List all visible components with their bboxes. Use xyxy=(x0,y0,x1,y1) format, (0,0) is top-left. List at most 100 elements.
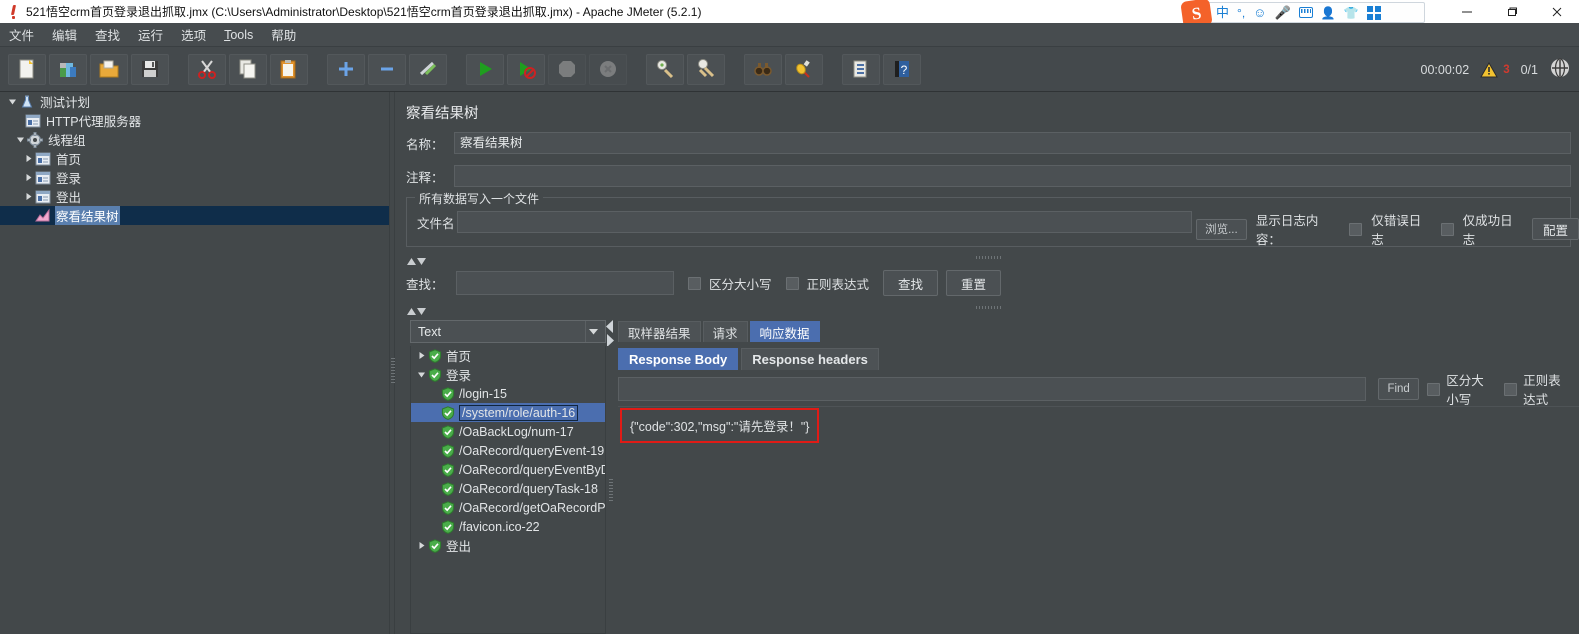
result-item[interactable]: /login-15 xyxy=(411,384,605,403)
menu-file[interactable]: 文件 xyxy=(0,22,43,47)
result-item[interactable]: /system/role/auth-16 xyxy=(411,403,605,422)
copy-button[interactable] xyxy=(229,53,267,85)
minimize-button[interactable] xyxy=(1444,0,1489,23)
clear-all-button[interactable] xyxy=(687,53,725,85)
menu-run[interactable]: 运行 xyxy=(129,22,172,47)
expand-all-button[interactable] xyxy=(327,53,365,85)
horizontal-splitter-top[interactable] xyxy=(406,255,1571,260)
result-item[interactable]: /OaBackLog/num-17 xyxy=(411,422,605,441)
function-helper-button[interactable] xyxy=(842,53,880,85)
templates-button[interactable] xyxy=(49,53,87,85)
chevron-down-icon[interactable] xyxy=(14,135,27,144)
menu-search[interactable]: 查找 xyxy=(86,22,129,47)
comment-input[interactable] xyxy=(454,165,1571,187)
tab-sampler-result[interactable]: 取样器结果 xyxy=(618,321,701,342)
horizontal-splitter-bottom[interactable] xyxy=(406,305,1571,310)
filename-input[interactable] xyxy=(457,211,1192,233)
tab-request[interactable]: 请求 xyxy=(702,321,748,342)
splitter-arrows-bottom[interactable] xyxy=(407,308,426,315)
ime-chinese-mode-icon[interactable]: 中 xyxy=(1216,6,1229,19)
result-item[interactable]: /OaRecord/getOaRecordPa xyxy=(411,498,605,517)
start-no-pauses-button[interactable] xyxy=(507,53,545,85)
results-tree-scrollbar[interactable] xyxy=(607,346,615,634)
tree-node-denglu[interactable]: 登录 xyxy=(0,168,389,187)
result-item[interactable]: 登录 xyxy=(411,365,605,384)
results-tree[interactable]: 首页 登录 /login-15 /system/role/auth-16 /Oa… xyxy=(410,346,606,634)
tree-node-dengchu[interactable]: 登出 xyxy=(0,187,389,206)
search-button[interactable] xyxy=(744,53,782,85)
tree-node-test-plan[interactable]: 测试计划 xyxy=(0,92,389,111)
menu-options[interactable]: 选项 xyxy=(172,22,215,47)
result-item[interactable]: 登出 xyxy=(411,536,605,555)
start-button[interactable] xyxy=(466,53,504,85)
search-submit-button[interactable]: 查找 xyxy=(883,270,939,296)
chevron-down-icon[interactable] xyxy=(415,370,428,379)
ime-keyboard-icon[interactable] xyxy=(1298,7,1313,18)
maximize-button[interactable] xyxy=(1489,0,1534,23)
search-reset-button[interactable] xyxy=(785,53,823,85)
tab-response-body[interactable]: Response Body xyxy=(618,348,739,370)
ime-toolbar[interactable]: S 中 °, ☺ 🎤 👤 👕 xyxy=(1180,0,1425,29)
tree-node-view-results-tree[interactable]: 察看结果树 xyxy=(0,206,389,225)
ime-microphone-icon[interactable]: 🎤 xyxy=(1274,6,1290,19)
result-item[interactable]: /OaRecord/queryEventByDa xyxy=(411,460,605,479)
result-item[interactable]: /OaRecord/queryEvent-19 xyxy=(411,441,605,460)
chevron-right-icon[interactable] xyxy=(22,173,35,182)
renderer-select[interactable]: Text xyxy=(410,320,606,343)
test-plan-tree[interactable]: 测试计划 HTTP代理服务器 线程组 首页 登录 登出 察看结果树 xyxy=(0,92,389,634)
tab-response-data[interactable]: 响应数据 xyxy=(749,321,820,342)
chevron-right-icon[interactable] xyxy=(415,541,428,550)
shutdown-button[interactable] xyxy=(589,53,627,85)
paste-button[interactable] xyxy=(270,53,308,85)
search-regexp-checkbox[interactable] xyxy=(785,276,799,290)
detail-tabs[interactable]: 取样器结果 请求 响应数据 xyxy=(618,320,1579,342)
save-button[interactable] xyxy=(131,53,169,85)
close-button[interactable] xyxy=(1534,0,1579,23)
response-case-sensitive-checkbox[interactable] xyxy=(1427,382,1441,396)
response-regexp-checkbox[interactable] xyxy=(1504,382,1518,396)
response-find-input[interactable] xyxy=(618,377,1366,401)
result-item[interactable]: /OaRecord/queryTask-18 xyxy=(411,479,605,498)
tree-node-thread-group[interactable]: 线程组 xyxy=(0,130,389,149)
collapse-all-button[interactable] xyxy=(368,53,406,85)
menu-help[interactable]: 帮助 xyxy=(262,22,305,47)
response-body-viewer[interactable]: {"code":302,"msg":"请先登录！"} xyxy=(618,408,1579,634)
name-input[interactable]: 察看结果树 xyxy=(454,132,1571,154)
ime-user-icon[interactable]: 👤 xyxy=(1321,7,1336,19)
search-input[interactable] xyxy=(456,271,674,295)
tab-response-headers[interactable]: Response headers xyxy=(741,348,879,370)
ime-apps-icon[interactable] xyxy=(1366,5,1381,20)
response-find-button[interactable]: Find xyxy=(1378,378,1420,400)
response-sub-tabs[interactable]: Response Body Response headers xyxy=(618,348,1579,370)
tree-node-http-proxy[interactable]: HTTP代理服务器 xyxy=(0,111,389,130)
stop-button[interactable] xyxy=(548,53,586,85)
configure-button[interactable]: 配置 xyxy=(1531,218,1579,240)
chevron-right-icon[interactable] xyxy=(415,351,428,360)
search-reset-button[interactable]: 重置 xyxy=(946,270,1002,296)
successes-only-checkbox[interactable] xyxy=(1440,222,1454,236)
ime-punctuation-icon[interactable]: °, xyxy=(1237,7,1245,19)
vertical-splitter[interactable] xyxy=(389,92,395,634)
chevron-down-icon[interactable] xyxy=(585,321,601,342)
ime-emoji-icon[interactable]: ☺ xyxy=(1253,6,1266,19)
remote-engines-icon[interactable] xyxy=(1549,57,1571,82)
chevron-down-icon[interactable] xyxy=(6,97,19,106)
help-button[interactable]: ? xyxy=(883,53,921,85)
menu-edit[interactable]: 编辑 xyxy=(43,22,86,47)
chevron-right-icon[interactable] xyxy=(22,154,35,163)
search-case-sensitive-checkbox[interactable] xyxy=(688,276,701,290)
new-button[interactable] xyxy=(8,53,46,85)
menu-tools[interactable]: Tools xyxy=(215,25,262,45)
clear-button[interactable] xyxy=(646,53,684,85)
result-item[interactable]: 首页 xyxy=(411,346,605,365)
warning-indicator[interactable]: 3 xyxy=(1480,61,1510,78)
splitter-arrows-top[interactable] xyxy=(407,258,426,265)
cut-button[interactable] xyxy=(188,53,226,85)
collapse-left-arrow-icon[interactable] xyxy=(606,320,614,333)
chevron-right-icon[interactable] xyxy=(22,192,35,201)
tree-node-shouye[interactable]: 首页 xyxy=(0,149,389,168)
errors-only-checkbox[interactable] xyxy=(1349,222,1363,236)
result-item[interactable]: /favicon.ico-22 xyxy=(411,517,605,536)
ime-skin-icon[interactable]: 👕 xyxy=(1344,7,1359,19)
browse-button[interactable]: 浏览... xyxy=(1196,218,1247,240)
